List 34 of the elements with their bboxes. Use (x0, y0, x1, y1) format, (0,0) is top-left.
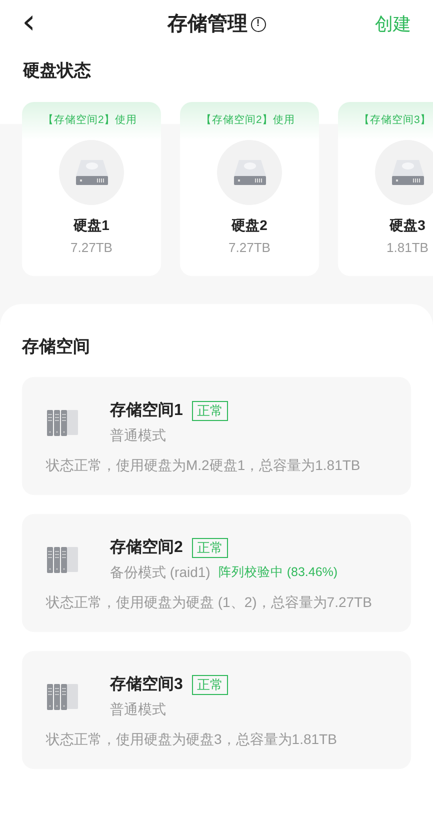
storage-space-description: 状态正常，使用硬盘为硬盘 (1、2)，总容量为7.27TB (46, 593, 373, 612)
storage-mode: 备份模式 (raid1) (110, 563, 210, 582)
hard-drive-icon (232, 158, 266, 186)
disk-card[interactable]: 【存储空间3】 硬盘3 1.81TB (338, 102, 433, 276)
disk-size: 1.81TB (386, 238, 428, 256)
status-tag: 正常 (192, 538, 228, 558)
disk-name: 硬盘1 (74, 216, 110, 234)
disk-card[interactable]: 【存储空间2】使用 硬盘2 7.27TB (180, 102, 319, 276)
storage-space-name: 存储空间1 (110, 400, 183, 421)
storage-mode: 普通模式 (110, 700, 166, 719)
storage-space-description: 状态正常，使用硬盘为M.2硬盘1，总容量为1.81TB (46, 456, 362, 475)
status-tag: 正常 (192, 675, 228, 695)
hard-drive-icon (74, 158, 108, 186)
back-button[interactable]: ‹ (22, 5, 36, 39)
server-icon (46, 682, 79, 710)
disk-card[interactable]: 【存储空间2】使用 硬盘1 7.27TB (22, 102, 161, 276)
section-title: 存储空间 (22, 336, 90, 358)
info-icon[interactable]: ! (250, 16, 266, 32)
server-icon (46, 546, 79, 574)
storage-space-name: 存储空间3 (110, 674, 183, 695)
disk-size: 7.27TB (70, 238, 112, 256)
storage-space-card[interactable]: 存储空间3 正常 普通模式 状态正常，使用硬盘为硬盘3，总容量为1.81TB (22, 651, 411, 769)
storage-mode: 普通模式 (110, 426, 166, 445)
disk-name: 硬盘3 (390, 216, 426, 234)
page-title: 存储管理 (168, 12, 248, 37)
server-icon (46, 408, 79, 436)
storage-space-description: 状态正常，使用硬盘为硬盘3，总容量为1.81TB (46, 730, 338, 749)
disk-name: 硬盘2 (232, 216, 268, 234)
disk-size: 7.27TB (228, 238, 270, 256)
status-tag: 正常 (192, 401, 228, 421)
section-title: 硬盘状态 (22, 60, 92, 82)
storage-space-name: 存储空间2 (110, 537, 183, 558)
hard-drive-icon (390, 158, 424, 186)
storage-space-card[interactable]: 存储空间1 正常 普通模式 状态正常，使用硬盘为M.2硬盘1，总容量为1.81TB (22, 377, 411, 495)
